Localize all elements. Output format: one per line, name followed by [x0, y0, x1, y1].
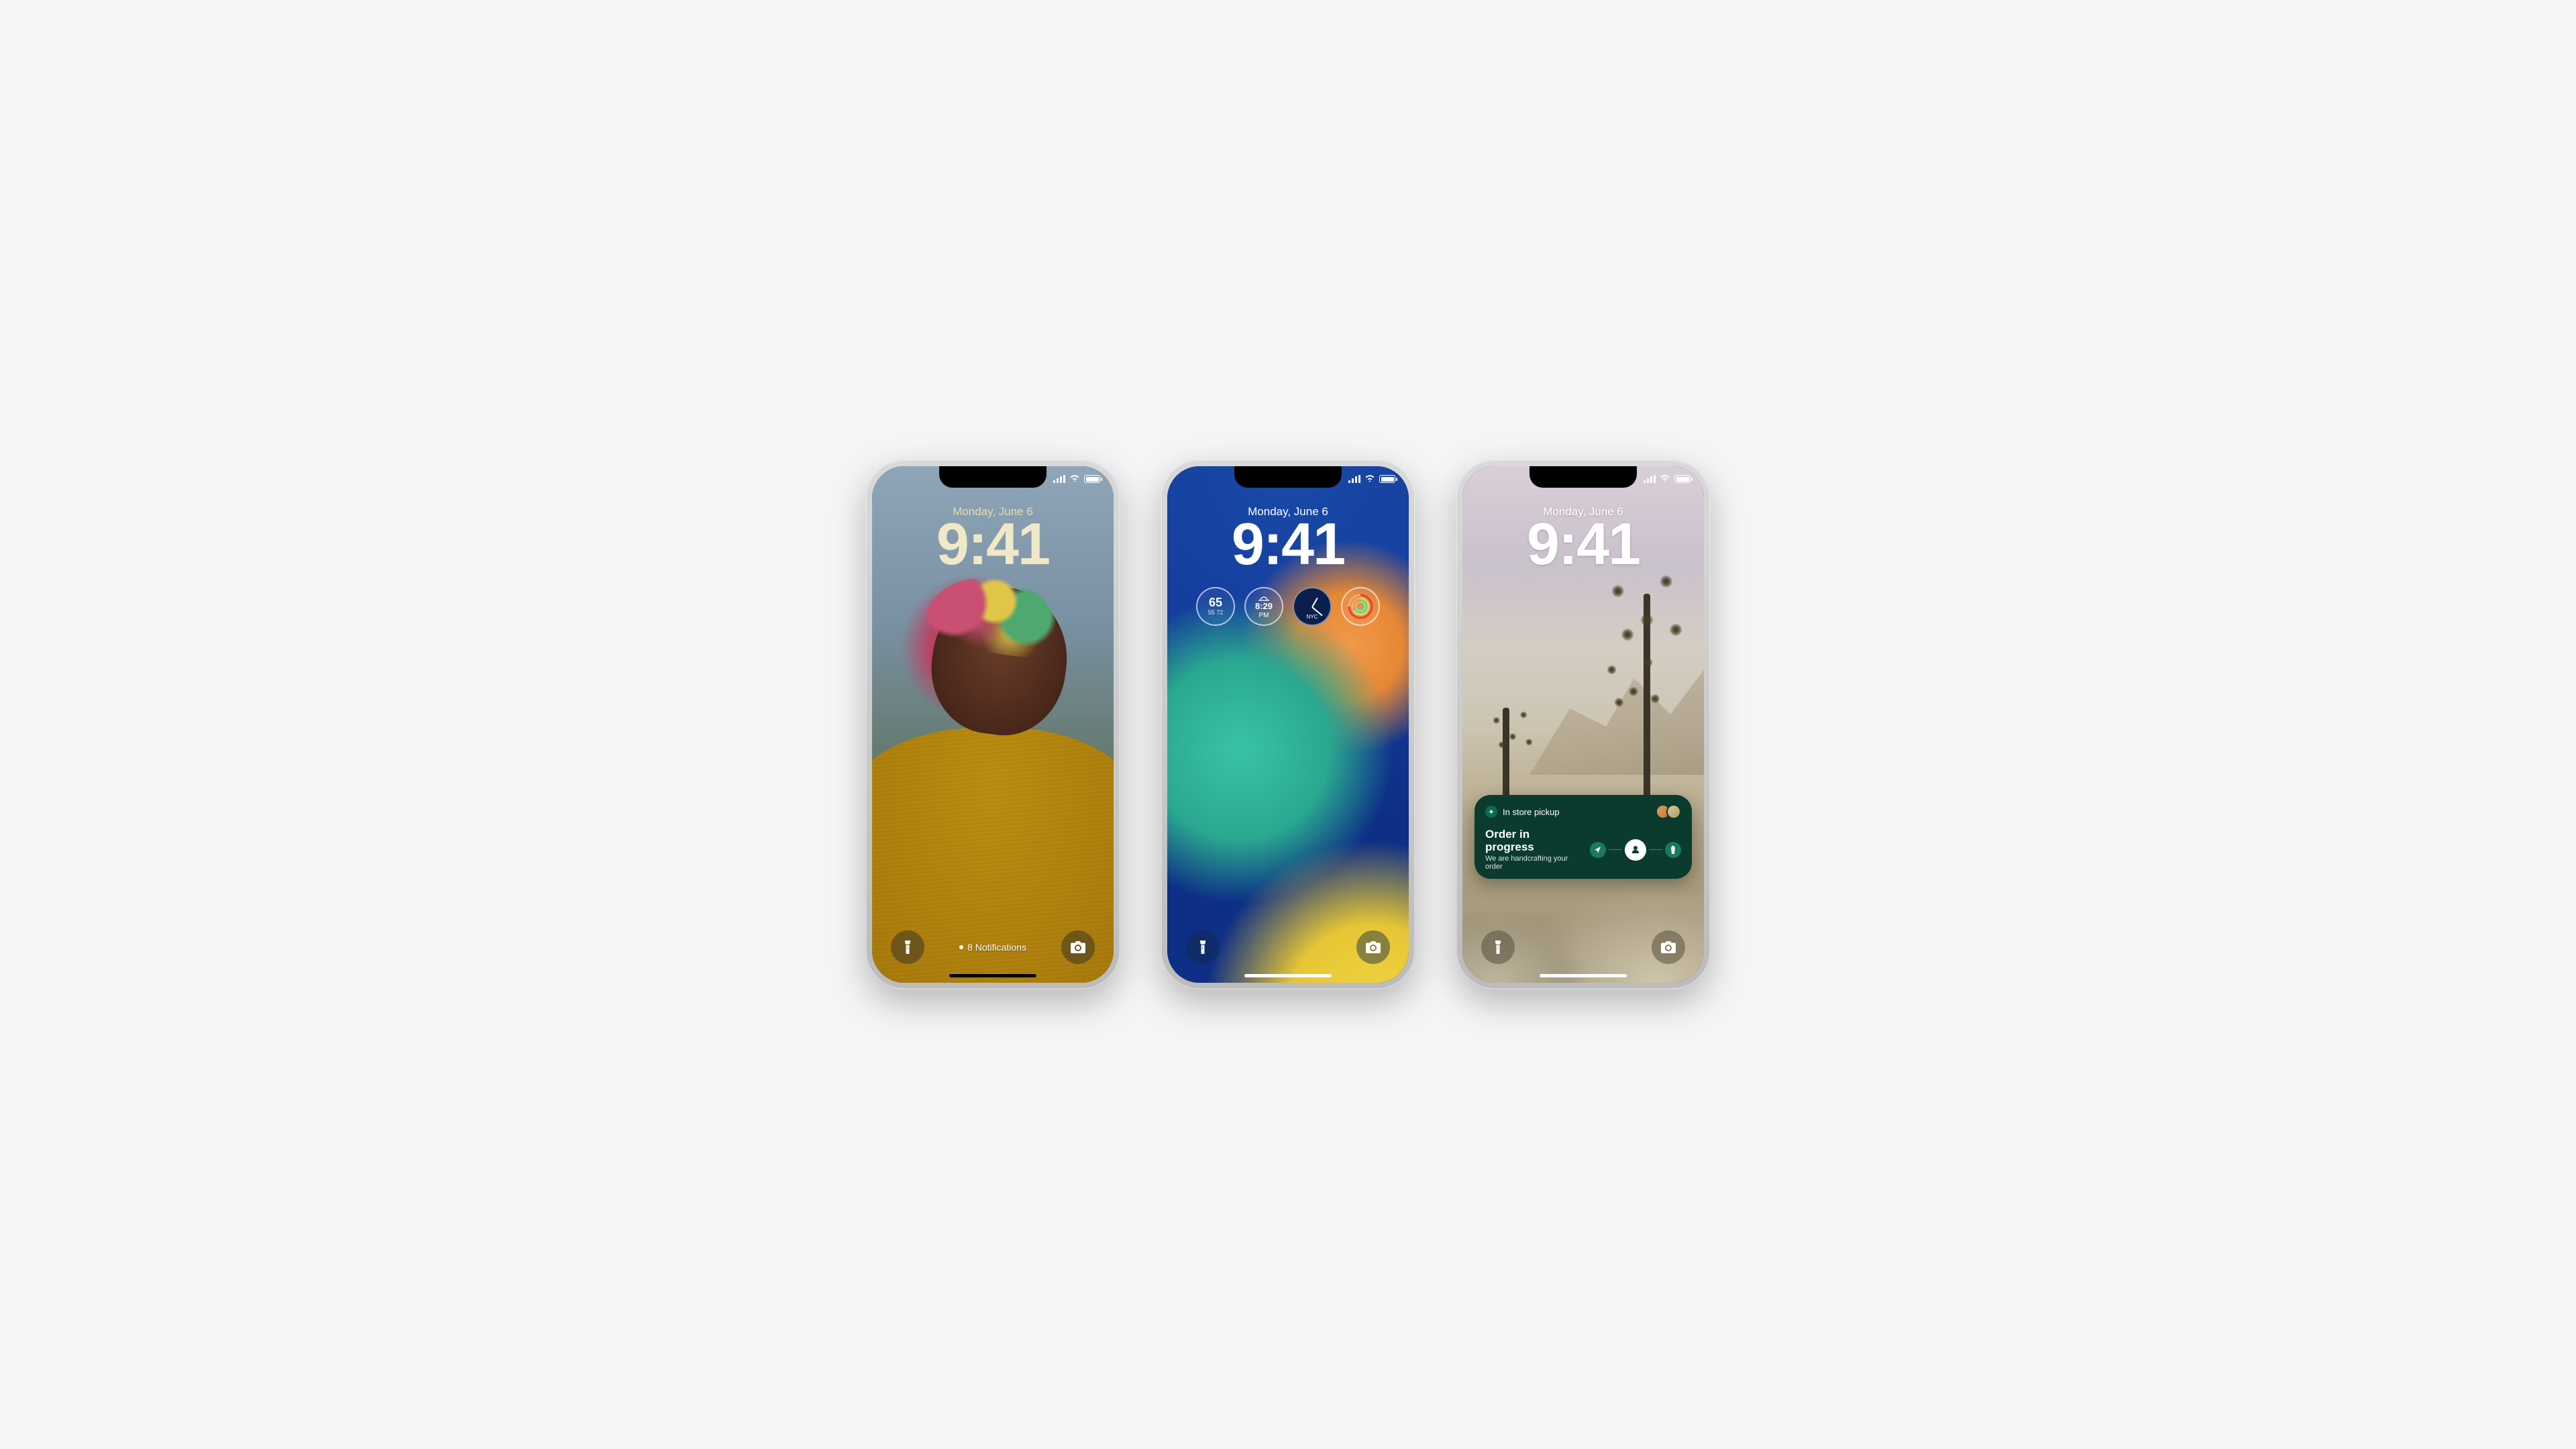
activity-rings-widget[interactable] [1341, 587, 1380, 626]
activity-subtitle: We are handcrafting your order [1485, 855, 1580, 871]
battery-icon [1084, 475, 1100, 483]
temp-current: 65 [1209, 596, 1222, 610]
activity-rings-icon [1347, 593, 1374, 620]
activity-avatars [1660, 804, 1681, 819]
wifi-icon [1660, 473, 1670, 485]
lock-time: 9:41 [1462, 515, 1704, 574]
flashlight-button[interactable] [891, 930, 924, 964]
dot-icon [959, 945, 963, 949]
flashlight-button[interactable] [1481, 930, 1515, 964]
battery-icon [1379, 475, 1395, 483]
phone-1-frame: Monday, June 6 9:41 8 Notifications [865, 460, 1120, 989]
camera-button[interactable] [1061, 930, 1095, 964]
live-activity-card[interactable]: ✦ In store pickup Order in progress We a… [1474, 795, 1692, 879]
avatar [1666, 804, 1681, 819]
starbucks-logo-icon: ✦ [1485, 806, 1497, 818]
phone-3-screen[interactable]: Monday, June 6 9:41 ✦ In store pickup Or… [1462, 466, 1704, 983]
camera-button[interactable] [1652, 930, 1685, 964]
wifi-icon [1069, 473, 1080, 485]
clock-city: NYC [1307, 614, 1318, 621]
flashlight-button[interactable] [1186, 930, 1220, 964]
camera-button[interactable] [1356, 930, 1390, 964]
home-indicator[interactable] [1540, 974, 1627, 977]
world-clock-widget[interactable]: NYC [1293, 587, 1332, 626]
wallpaper-subject [872, 574, 1114, 983]
lock-time: 9:41 [872, 515, 1114, 574]
home-indicator[interactable] [949, 974, 1036, 977]
sunset-widget[interactable]: 8:29 PM [1244, 587, 1283, 626]
phone-2-frame: Monday, June 6 9:41 65 55 72 8:29 PM NYC [1161, 460, 1415, 989]
phone-lineup: Monday, June 6 9:41 8 Notifications [839, 419, 1737, 1030]
cellular-icon [1348, 475, 1360, 483]
home-indicator[interactable] [1244, 974, 1332, 977]
weather-widget[interactable]: 65 55 72 [1196, 587, 1235, 626]
wifi-icon [1364, 473, 1375, 485]
phone-2-screen[interactable]: Monday, June 6 9:41 65 55 72 8:29 PM NYC [1167, 466, 1409, 983]
activity-brand-label: In store pickup [1503, 807, 1560, 817]
notch [1529, 466, 1637, 488]
phone-1-screen[interactable]: Monday, June 6 9:41 8 Notifications [872, 466, 1114, 983]
notifications-summary[interactable]: 8 Notifications [959, 942, 1026, 953]
notch [1234, 466, 1342, 488]
lock-screen-widgets: 65 55 72 8:29 PM NYC [1167, 587, 1409, 626]
battery-icon [1674, 475, 1690, 483]
sunset-time: 8:29 [1255, 602, 1273, 611]
step-ready-icon [1665, 842, 1681, 858]
tree-canopy [1597, 648, 1670, 720]
cellular-icon [1053, 475, 1065, 483]
lock-clock: Monday, June 6 9:41 [1167, 505, 1409, 574]
lock-clock: Monday, June 6 9:41 [872, 505, 1114, 574]
activity-title: Order in progress [1485, 828, 1580, 853]
step-sent-icon [1590, 842, 1606, 858]
notifications-label: 8 Notifications [967, 942, 1026, 953]
lock-time: 9:41 [1167, 515, 1409, 574]
status-bar [1348, 473, 1395, 485]
tree-canopy [1486, 704, 1540, 759]
activity-progress [1590, 839, 1681, 861]
step-preparing-icon [1625, 839, 1646, 861]
cellular-icon [1644, 475, 1656, 483]
notch [939, 466, 1046, 488]
status-bar [1644, 473, 1690, 485]
sunset-ampm: PM [1259, 612, 1269, 619]
lock-clock: Monday, June 6 9:41 [1462, 505, 1704, 574]
phone-3-frame: Monday, June 6 9:41 ✦ In store pickup Or… [1456, 460, 1711, 989]
status-bar [1053, 473, 1100, 485]
